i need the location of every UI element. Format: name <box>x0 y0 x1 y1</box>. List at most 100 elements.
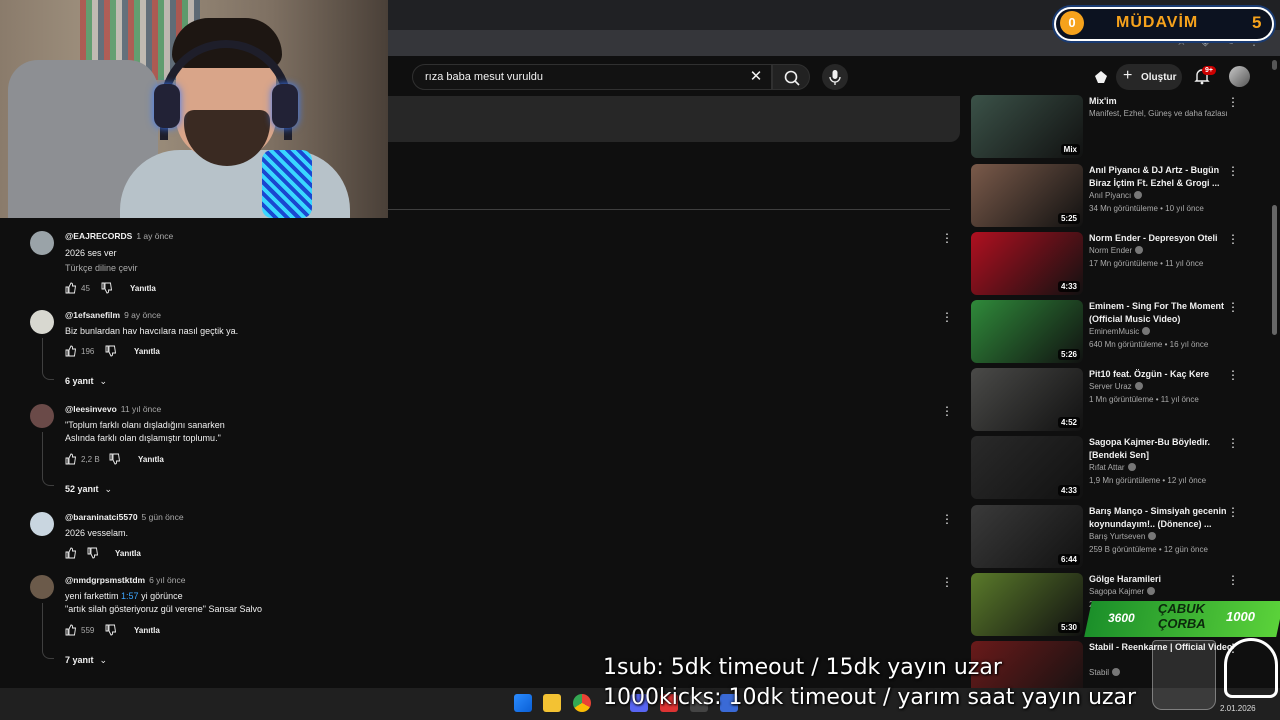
more-icon[interactable]: ⋮ <box>940 512 954 526</box>
channel-label[interactable]: Stabil <box>1089 668 1109 677</box>
comment-time[interactable]: 6 yıl önce <box>149 575 185 585</box>
channel-label[interactable]: Barış Yurtseven <box>1089 532 1145 541</box>
tray-date[interactable]: 2.01.2026 <box>1220 704 1256 714</box>
author-name[interactable]: @leesinvevo <box>65 404 117 414</box>
avatar[interactable] <box>30 404 54 428</box>
windows-start-icon[interactable] <box>514 694 532 712</box>
thumbs-down-icon[interactable] <box>109 453 121 465</box>
more-icon[interactable]: ⋮ <box>940 231 954 245</box>
avatar[interactable] <box>30 512 54 536</box>
video-title[interactable]: Gölge Haramileri <box>1089 573 1237 586</box>
thumbs-down-icon[interactable] <box>105 345 117 357</box>
video-thumbnail[interactable]: 5:26 <box>971 300 1083 363</box>
video-thumbnail[interactable]: 5:25 <box>971 164 1083 227</box>
avatar[interactable] <box>30 310 54 334</box>
video-description-panel[interactable] <box>388 96 960 142</box>
reply-button[interactable]: Yanıtla <box>138 455 164 464</box>
comment-author[interactable]: @baraninatci5570 5 gün önce <box>65 512 184 522</box>
video-thumbnail[interactable]: 4:33 <box>971 436 1083 499</box>
thumbs-up-icon[interactable] <box>65 547 77 559</box>
voice-search-button[interactable] <box>822 64 848 90</box>
recommended-video[interactable]: Mix Mix'im Manifest, Ezhel, Güneş ve daha … <box>971 95 1251 159</box>
video-title[interactable]: Anıl Piyancı & DJ Artz - Bugün Biraz İçt… <box>1089 164 1237 190</box>
video-title[interactable]: Norm Ender - Depresyon Oteli <box>1089 232 1237 245</box>
recommended-video[interactable]: 4:33 Norm Ender - Depresyon Oteli Norm End… <box>971 232 1251 296</box>
channel-name[interactable]: Sagopa Kajmer <box>1089 587 1156 596</box>
channel-label[interactable]: Rıfat Attar <box>1089 463 1125 472</box>
more-icon[interactable]: ⋮ <box>1227 368 1239 382</box>
more-icon[interactable]: ⋮ <box>1227 95 1239 109</box>
video-title[interactable]: Mix'im <box>1089 95 1237 108</box>
thumbs-up-icon[interactable] <box>65 453 77 465</box>
video-thumbnail[interactable]: Mix <box>971 95 1083 158</box>
thumbs-down-icon[interactable] <box>87 547 99 559</box>
reply-button[interactable]: Yanıtla <box>134 626 160 635</box>
comment-author[interactable]: @nmdgrpsmstktdm 6 yıl önce <box>65 575 185 585</box>
more-icon[interactable]: ⋮ <box>940 404 954 418</box>
channel-label[interactable]: Sagopa Kajmer <box>1089 587 1144 596</box>
channel-label[interactable]: Manifest, Ezhel, Güneş ve daha fazlası <box>1089 109 1228 118</box>
more-icon[interactable]: ⋮ <box>1227 164 1239 178</box>
scrollbar-top[interactable] <box>1272 60 1277 70</box>
channel-name[interactable]: Server Uraz <box>1089 382 1143 391</box>
close-icon[interactable]: ✕ <box>747 68 765 86</box>
comment-time[interactable]: 5 gün önce <box>142 512 184 522</box>
more-icon[interactable]: ⋮ <box>1227 505 1239 519</box>
recommended-video[interactable]: 4:33 Sagopa Kajmer-Bu Böyledir. [Bendeki … <box>971 436 1251 500</box>
comment-author[interactable]: @EAJRECORDS 1 ay önce <box>65 231 173 241</box>
reply-button[interactable]: Yanıtla <box>134 347 160 356</box>
channel-name[interactable]: Barış Yurtseven <box>1089 532 1157 541</box>
author-name[interactable]: @EAJRECORDS <box>65 231 132 241</box>
thumbs-down-icon[interactable] <box>101 282 113 294</box>
more-icon[interactable]: ⋮ <box>1227 436 1239 450</box>
premium-icon[interactable] <box>1092 68 1110 86</box>
video-title[interactable]: Sagopa Kajmer-Bu Böyledir. [Bendeki Sen] <box>1089 436 1237 462</box>
video-thumbnail[interactable]: 4:33 <box>971 232 1083 295</box>
more-icon[interactable]: ⋮ <box>1227 573 1239 587</box>
replies-count[interactable]: 6 yanıt <box>65 376 94 386</box>
more-icon[interactable]: ⋮ <box>940 575 954 589</box>
video-thumbnail[interactable]: 4:52 <box>971 368 1083 431</box>
comment-time[interactable]: 11 yıl önce <box>121 404 161 414</box>
more-icon[interactable]: ⋮ <box>1227 232 1239 246</box>
channel-name[interactable]: Stabil <box>1089 668 1121 677</box>
recommended-video[interactable]: 6:44 Barış Manço - Simsiyah gecenin koynu… <box>971 505 1251 569</box>
view-replies-button[interactable]: 6 yanıt ⌄ <box>65 376 107 387</box>
more-icon[interactable]: ⋮ <box>1227 300 1239 314</box>
recommended-video[interactable]: 5:26 Eminem - Sing For The Moment (Offici… <box>971 300 1251 364</box>
avatar[interactable] <box>30 231 54 255</box>
reply-button[interactable]: Yanıtla <box>115 549 141 558</box>
channel-label[interactable]: Norm Ender <box>1089 246 1132 255</box>
reply-button[interactable]: Yanıtla <box>130 284 156 293</box>
channel-label[interactable]: EminemMusic <box>1089 327 1139 336</box>
channel-name[interactable]: Norm Ender <box>1089 246 1144 255</box>
view-replies-button[interactable]: 7 yanıt ⌄ <box>65 655 107 666</box>
recommended-video[interactable]: 5:25 Anıl Piyancı & DJ Artz - Bugün Biraz… <box>971 164 1251 228</box>
recommended-video[interactable]: 4:52 Pit10 feat. Özgün - Kaç Kere Server U… <box>971 368 1251 432</box>
search-button[interactable] <box>772 64 810 90</box>
comment-time[interactable]: 9 ay önce <box>124 310 161 320</box>
replies-count[interactable]: 52 yanıt <box>65 484 99 494</box>
video-title[interactable]: Eminem - Sing For The Moment (Official M… <box>1089 300 1237 326</box>
video-thumbnail[interactable]: 6:44 <box>971 505 1083 568</box>
author-name[interactable]: @1efsanefilm <box>65 310 120 320</box>
account-avatar[interactable] <box>1229 66 1250 87</box>
translate-link[interactable]: Türkçe diline çevir <box>65 263 138 273</box>
avatar[interactable] <box>30 575 54 599</box>
video-title[interactable]: Barış Manço - Simsiyah gecenin koynunday… <box>1089 505 1237 531</box>
channel-name[interactable]: Rıfat Attar <box>1089 463 1136 472</box>
comment-author[interactable]: @leesinvevo 11 yıl önce <box>65 404 161 414</box>
thumbs-up-icon[interactable] <box>65 345 77 357</box>
channel-name[interactable]: Manifest, Ezhel, Güneş ve daha fazlası <box>1089 109 1228 118</box>
video-title[interactable]: Pit10 feat. Özgün - Kaç Kere <box>1089 368 1237 381</box>
comment-time[interactable]: 1 ay önce <box>136 231 173 241</box>
author-name[interactable]: @baraninatci5570 <box>65 512 138 522</box>
channel-label[interactable]: Anıl Piyancı <box>1089 191 1131 200</box>
scrollbar-thumb[interactable] <box>1272 205 1277 335</box>
channel-label[interactable]: Server Uraz <box>1089 382 1132 391</box>
thumbs-down-icon[interactable] <box>105 624 117 636</box>
channel-name[interactable]: Anıl Piyancı <box>1089 191 1143 200</box>
chrome-icon[interactable] <box>573 694 591 712</box>
search-input[interactable]: rıza baba mesut vuruldu ✕ <box>412 64 772 90</box>
replies-count[interactable]: 7 yanıt <box>65 655 94 665</box>
